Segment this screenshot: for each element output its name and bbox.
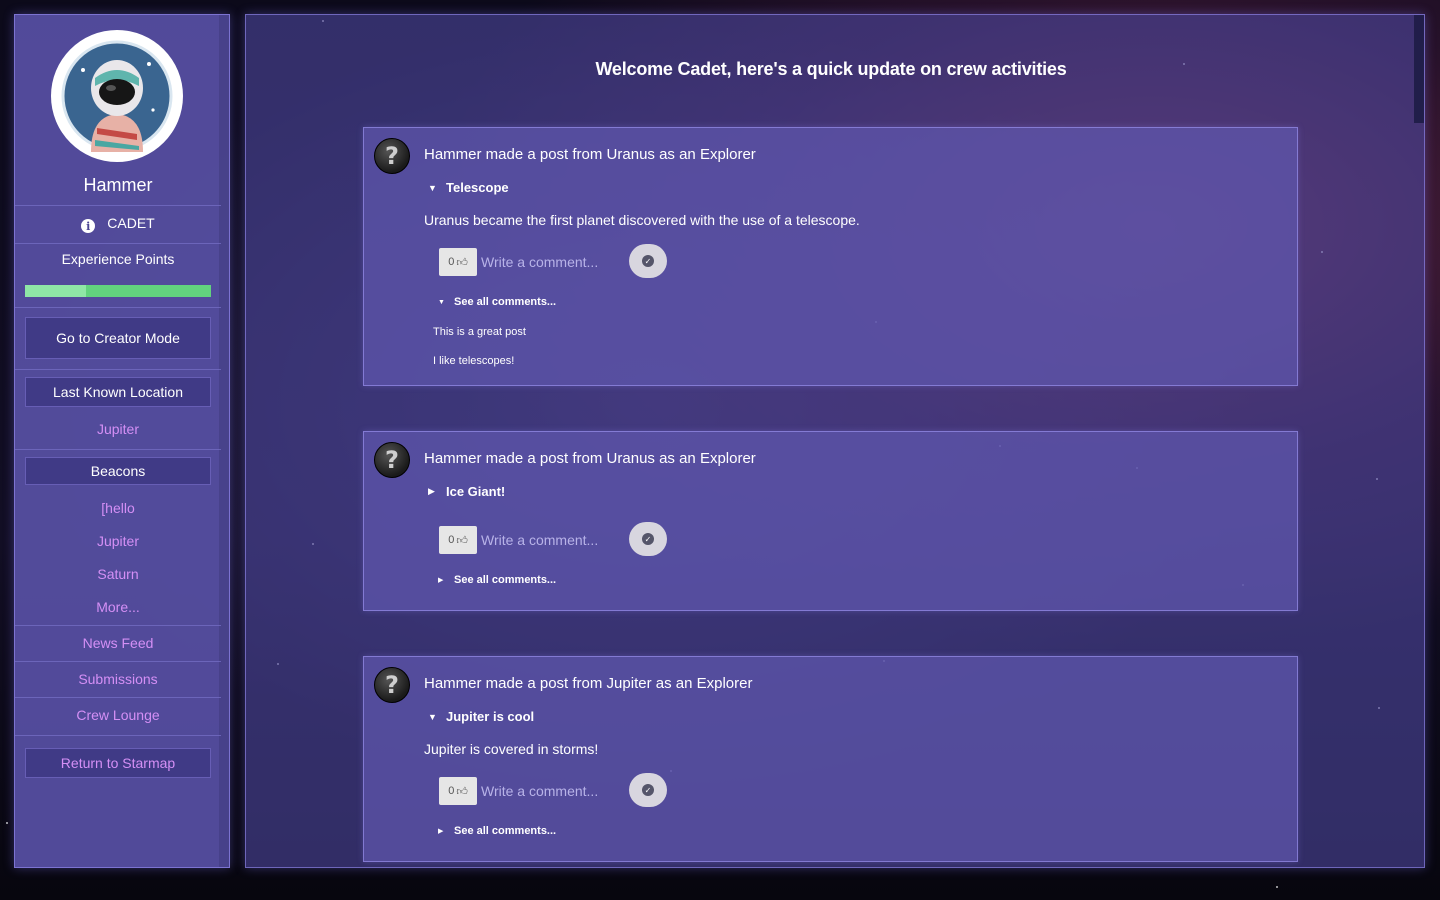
see-all-label: See all comments...: [454, 825, 557, 837]
post-title-toggle[interactable]: ▼ Jupiter is cool: [428, 709, 534, 724]
like-button[interactable]: 0 👍︎: [439, 248, 477, 276]
see-all-comments-toggle[interactable]: ▶ See all comments...: [438, 825, 556, 837]
nav-submissions[interactable]: Submissions: [15, 671, 221, 687]
question-avatar-icon: ?: [374, 442, 410, 478]
post-card: ? Hammer made a post from Uranus as an E…: [363, 431, 1298, 611]
rank-label: CADET: [107, 215, 155, 231]
news-feed-panel: Welcome Cadet, here's a quick update on …: [245, 14, 1425, 868]
question-avatar-icon: ?: [374, 138, 410, 174]
caret-down-icon: ▼: [428, 182, 437, 193]
beacon-link[interactable]: [hello: [15, 500, 221, 516]
beacon-link[interactable]: Saturn: [15, 566, 221, 582]
sidebar: Hammer i CADET Experience Points Go to C…: [14, 14, 230, 868]
divider: [15, 735, 221, 736]
check-icon: ✓: [642, 533, 654, 545]
post-title-toggle[interactable]: ▶ Ice Giant!: [428, 484, 505, 499]
nav-news-feed[interactable]: News Feed: [15, 635, 221, 651]
post-title-toggle[interactable]: ▼ Telescope: [428, 180, 509, 195]
caret-right-icon: ▶: [438, 828, 444, 835]
astronaut-avatar-icon: [61, 40, 173, 152]
post-card: ? Hammer made a post from Jupiter as an …: [363, 656, 1298, 862]
comment-item: This is a great post: [433, 326, 526, 338]
post-title: Telescope: [446, 180, 509, 195]
sidebar-edge: [219, 15, 229, 867]
beacons-more-link[interactable]: More...: [15, 599, 221, 615]
post-body: Jupiter is covered in storms!: [424, 741, 599, 757]
divider: [15, 449, 221, 450]
caret-right-icon: ▶: [438, 577, 444, 584]
post-header: Hammer made a post from Jupiter as an Ex…: [424, 675, 753, 692]
thumbs-up-icon: 👍︎: [456, 534, 468, 547]
xp-progress-fill: [25, 285, 87, 297]
post-title: Ice Giant!: [446, 484, 506, 499]
see-all-label: See all comments...: [454, 574, 557, 586]
divider: [15, 205, 221, 206]
caret-down-icon: ▼: [428, 711, 437, 722]
post-title: Jupiter is cool: [446, 709, 535, 724]
info-icon[interactable]: i: [81, 219, 96, 233]
username: Hammer: [83, 175, 153, 195]
see-all-comments-toggle[interactable]: ▼ See all comments...: [438, 296, 556, 308]
xp-progress-bar: [25, 285, 211, 297]
divider: [15, 625, 221, 626]
check-icon: ✓: [642, 784, 654, 796]
comment-item: I like telescopes!: [433, 355, 515, 367]
divider: [15, 243, 221, 244]
caret-down-icon: ▼: [438, 298, 445, 306]
creator-mode-button[interactable]: Go to Creator Mode: [25, 317, 211, 359]
like-button[interactable]: 0 👍︎: [439, 777, 477, 805]
rank-row: i CADET: [15, 213, 221, 233]
nav-crew-lounge[interactable]: Crew Lounge: [15, 707, 221, 723]
submit-comment-button[interactable]: ✓: [629, 773, 667, 807]
like-button[interactable]: 0 👍︎: [439, 526, 477, 554]
post-header: Hammer made a post from Uranus as an Exp…: [424, 450, 756, 467]
post-header: Hammer made a post from Uranus as an Exp…: [424, 146, 756, 163]
see-all-label: See all comments...: [454, 296, 557, 308]
like-count: 0: [448, 534, 455, 546]
thumbs-up-icon: 👍︎: [456, 256, 468, 269]
post-card: ? Hammer made a post from Uranus as an E…: [363, 127, 1298, 386]
return-to-starmap-button[interactable]: Return to Starmap: [25, 748, 211, 778]
last-location-link[interactable]: Jupiter: [15, 421, 221, 437]
divider: [15, 697, 221, 698]
avatar[interactable]: [51, 30, 183, 162]
post-body: Uranus became the first planet discovere…: [424, 212, 860, 228]
beacons-header: Beacons: [25, 457, 211, 485]
xp-label: Experience Points: [61, 251, 175, 267]
divider: [15, 661, 221, 662]
last-known-location-header: Last Known Location: [25, 377, 211, 407]
submit-comment-button[interactable]: ✓: [629, 522, 667, 556]
check-icon: ✓: [642, 255, 654, 267]
divider: [15, 369, 221, 370]
comment-input[interactable]: [477, 248, 625, 276]
comment-input[interactable]: [477, 526, 625, 554]
submit-comment-button[interactable]: ✓: [629, 244, 667, 278]
comment-input[interactable]: [477, 777, 625, 805]
thumbs-up-icon: 👍︎: [456, 785, 468, 798]
divider: [15, 307, 221, 308]
caret-right-icon: ▶: [428, 486, 435, 496]
like-count: 0: [448, 256, 455, 268]
see-all-comments-toggle[interactable]: ▶ See all comments...: [438, 574, 556, 586]
beacon-link[interactable]: Jupiter: [15, 533, 221, 549]
welcome-heading: Welcome Cadet, here's a quick update on …: [595, 59, 1067, 79]
like-count: 0: [448, 785, 455, 797]
question-avatar-icon: ?: [374, 667, 410, 703]
